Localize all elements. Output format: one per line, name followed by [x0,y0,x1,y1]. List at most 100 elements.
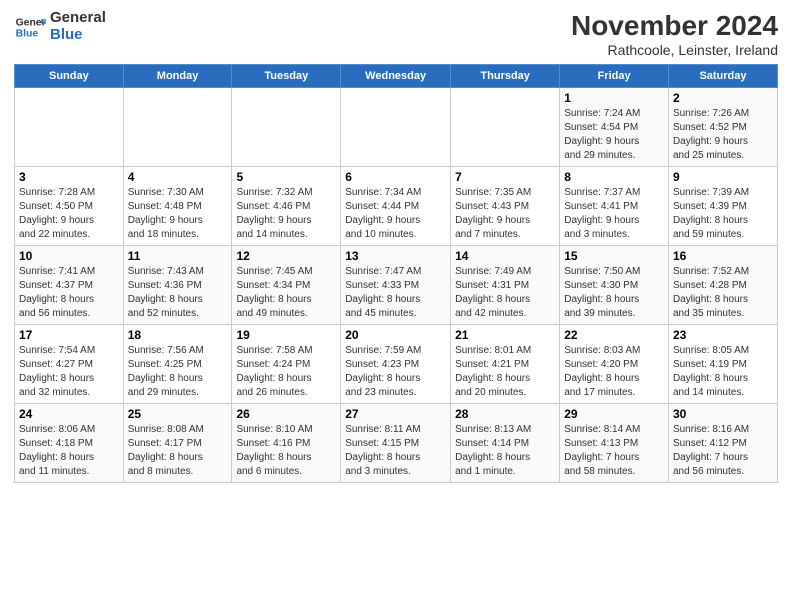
day-info: Sunrise: 8:08 AM Sunset: 4:17 PM Dayligh… [128,423,228,479]
calendar-table: Sunday Monday Tuesday Wednesday Thursday… [14,64,778,483]
logo-icon: General Blue [14,11,46,43]
header-tuesday: Tuesday [232,65,341,88]
calendar-cell: 28 Sunrise: 8:13 AM Sunset: 4:14 PM Dayli… [451,404,560,483]
day-info: Sunrise: 8:14 AM Sunset: 4:13 PM Dayligh… [564,423,664,479]
header-thursday: Thursday [451,65,560,88]
day-info: Sunrise: 7:35 AM Sunset: 4:43 PM Dayligh… [455,186,555,242]
calendar-cell [451,88,560,167]
svg-text:Blue: Blue [16,28,39,39]
calendar-cell: 19 Sunrise: 7:58 AM Sunset: 4:24 PM Dayli… [232,325,341,404]
header-monday: Monday [123,65,232,88]
day-number: 13 [345,249,446,263]
day-info: Sunrise: 8:10 AM Sunset: 4:16 PM Dayligh… [236,423,336,479]
calendar-week-0: 1 Sunrise: 7:24 AM Sunset: 4:54 PM Daylig… [15,88,778,167]
day-info: Sunrise: 7:34 AM Sunset: 4:44 PM Dayligh… [345,186,446,242]
calendar-week-3: 17 Sunrise: 7:54 AM Sunset: 4:27 PM Dayli… [15,325,778,404]
day-info: Sunrise: 7:30 AM Sunset: 4:48 PM Dayligh… [128,186,228,242]
calendar-cell: 18 Sunrise: 7:56 AM Sunset: 4:25 PM Dayli… [123,325,232,404]
calendar-cell: 8 Sunrise: 7:37 AM Sunset: 4:41 PM Daylig… [560,167,669,246]
page-title: November 2024 [571,10,778,42]
day-number: 23 [673,328,773,342]
day-info: Sunrise: 8:06 AM Sunset: 4:18 PM Dayligh… [19,423,119,479]
day-info: Sunrise: 7:37 AM Sunset: 4:41 PM Dayligh… [564,186,664,242]
calendar-cell: 21 Sunrise: 8:01 AM Sunset: 4:21 PM Dayli… [451,325,560,404]
day-info: Sunrise: 8:01 AM Sunset: 4:21 PM Dayligh… [455,344,555,400]
day-number: 21 [455,328,555,342]
day-number: 20 [345,328,446,342]
day-number: 5 [236,170,336,184]
header-wednesday: Wednesday [341,65,451,88]
day-number: 16 [673,249,773,263]
day-number: 3 [19,170,119,184]
calendar-header-row: Sunday Monday Tuesday Wednesday Thursday… [15,65,778,88]
calendar-week-4: 24 Sunrise: 8:06 AM Sunset: 4:18 PM Dayli… [15,404,778,483]
calendar-cell [341,88,451,167]
calendar-cell: 17 Sunrise: 7:54 AM Sunset: 4:27 PM Dayli… [15,325,124,404]
day-number: 12 [236,249,336,263]
day-number: 2 [673,91,773,105]
day-number: 9 [673,170,773,184]
header: General Blue General Blue November 2024 … [14,10,778,58]
page-container: General Blue General Blue November 2024 … [0,0,792,493]
day-info: Sunrise: 7:56 AM Sunset: 4:25 PM Dayligh… [128,344,228,400]
calendar-cell: 25 Sunrise: 8:08 AM Sunset: 4:17 PM Dayli… [123,404,232,483]
day-number: 19 [236,328,336,342]
day-number: 25 [128,407,228,421]
day-info: Sunrise: 7:49 AM Sunset: 4:31 PM Dayligh… [455,265,555,321]
header-saturday: Saturday [668,65,777,88]
page-subtitle: Rathcoole, Leinster, Ireland [571,42,778,58]
calendar-cell: 1 Sunrise: 7:24 AM Sunset: 4:54 PM Daylig… [560,88,669,167]
day-info: Sunrise: 8:16 AM Sunset: 4:12 PM Dayligh… [673,423,773,479]
day-number: 28 [455,407,555,421]
day-number: 29 [564,407,664,421]
logo: General Blue General Blue [14,10,106,43]
calendar-cell: 22Sunrise: 8:03 AM Sunset: 4:20 PM Dayli… [560,325,669,404]
calendar-cell: 27 Sunrise: 8:11 AM Sunset: 4:15 PM Dayli… [341,404,451,483]
title-block: November 2024 Rathcoole, Leinster, Irela… [571,10,778,58]
calendar-cell: 7Sunrise: 7:35 AM Sunset: 4:43 PM Daylig… [451,167,560,246]
day-number: 18 [128,328,228,342]
day-number: 17 [19,328,119,342]
calendar-cell: 14Sunrise: 7:49 AM Sunset: 4:31 PM Dayli… [451,246,560,325]
day-number: 6 [345,170,446,184]
calendar-cell: 2 Sunrise: 7:26 AM Sunset: 4:52 PM Daylig… [668,88,777,167]
calendar-cell: 30 Sunrise: 8:16 AM Sunset: 4:12 PM Dayli… [668,404,777,483]
day-number: 4 [128,170,228,184]
header-friday: Friday [560,65,669,88]
calendar-cell: 10Sunrise: 7:41 AM Sunset: 4:37 PM Dayli… [15,246,124,325]
day-number: 27 [345,407,446,421]
day-info: Sunrise: 8:13 AM Sunset: 4:14 PM Dayligh… [455,423,555,479]
day-number: 26 [236,407,336,421]
day-info: Sunrise: 8:03 AM Sunset: 4:20 PM Dayligh… [564,344,664,400]
calendar-cell: 9Sunrise: 7:39 AM Sunset: 4:39 PM Daylig… [668,167,777,246]
calendar-cell: 23 Sunrise: 8:05 AM Sunset: 4:19 PM Dayli… [668,325,777,404]
calendar-cell [123,88,232,167]
day-info: Sunrise: 7:59 AM Sunset: 4:23 PM Dayligh… [345,344,446,400]
calendar-cell: 6 Sunrise: 7:34 AM Sunset: 4:44 PM Daylig… [341,167,451,246]
day-number: 1 [564,91,664,105]
calendar-cell [15,88,124,167]
day-number: 24 [19,407,119,421]
calendar-cell: 4 Sunrise: 7:30 AM Sunset: 4:48 PM Daylig… [123,167,232,246]
day-info: Sunrise: 8:05 AM Sunset: 4:19 PM Dayligh… [673,344,773,400]
calendar-cell: 26 Sunrise: 8:10 AM Sunset: 4:16 PM Dayli… [232,404,341,483]
day-info: Sunrise: 7:54 AM Sunset: 4:27 PM Dayligh… [19,344,119,400]
logo-line2: Blue [50,27,106,44]
calendar-cell: 24 Sunrise: 8:06 AM Sunset: 4:18 PM Dayli… [15,404,124,483]
day-info: Sunrise: 7:58 AM Sunset: 4:24 PM Dayligh… [236,344,336,400]
calendar-cell: 15Sunrise: 7:50 AM Sunset: 4:30 PM Dayli… [560,246,669,325]
day-info: Sunrise: 7:43 AM Sunset: 4:36 PM Dayligh… [128,265,228,321]
calendar-cell: 16Sunrise: 7:52 AM Sunset: 4:28 PM Dayli… [668,246,777,325]
calendar-week-1: 3Sunrise: 7:28 AM Sunset: 4:50 PM Daylig… [15,167,778,246]
calendar-cell [232,88,341,167]
day-info: Sunrise: 7:50 AM Sunset: 4:30 PM Dayligh… [564,265,664,321]
day-info: Sunrise: 8:11 AM Sunset: 4:15 PM Dayligh… [345,423,446,479]
day-info: Sunrise: 7:24 AM Sunset: 4:54 PM Dayligh… [564,107,664,163]
day-number: 30 [673,407,773,421]
day-info: Sunrise: 7:26 AM Sunset: 4:52 PM Dayligh… [673,107,773,163]
day-number: 8 [564,170,664,184]
day-number: 10 [19,249,119,263]
calendar-cell: 12Sunrise: 7:45 AM Sunset: 4:34 PM Dayli… [232,246,341,325]
calendar-cell: 20 Sunrise: 7:59 AM Sunset: 4:23 PM Dayli… [341,325,451,404]
day-number: 11 [128,249,228,263]
